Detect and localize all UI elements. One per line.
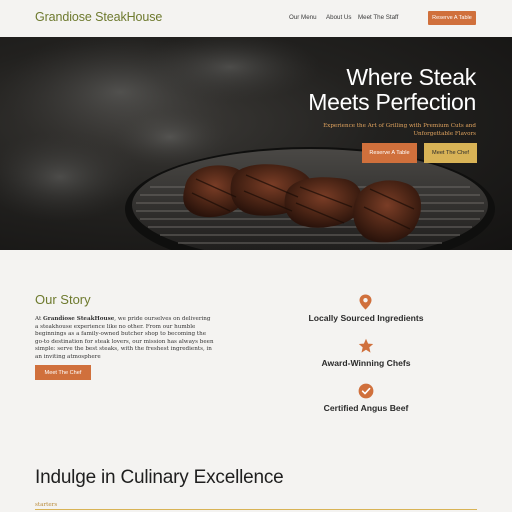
story-text-prefix: At (35, 316, 43, 322)
nav-link-meet-the-staff[interactable]: Meet The Staff (358, 14, 398, 21)
menu-category-starters[interactable]: starters (35, 502, 57, 508)
reserve-table-button[interactable]: Reserve A Table (362, 143, 417, 163)
reserve-table-nav-button[interactable]: Reserve A Table (428, 11, 476, 25)
hero-headline-line1: Where Steak (346, 64, 476, 90)
star-icon (358, 338, 374, 353)
story-text-brand: Grandiose SteakHouse (42, 316, 115, 322)
story-paragraph: At Grandiose SteakHouse, we pride oursel… (35, 316, 215, 362)
nav-link-about-us[interactable]: About Us (326, 14, 351, 21)
story-meet-chef-button[interactable]: Meet The Chef (35, 365, 91, 380)
meet-the-chef-button[interactable]: Meet The Chef (424, 143, 477, 163)
menu-divider (35, 509, 477, 510)
feature-certified-angus: Certified Angus Beef (323, 403, 409, 413)
nav-link-our-menu[interactable]: Our Menu (289, 14, 317, 21)
menu-heading: Indulge in Culinary Excellence (35, 467, 284, 488)
feature-award-winning: Award-Winning Chefs (321, 358, 411, 368)
feature-locally-sourced: Locally Sourced Ingredients (308, 313, 424, 323)
hero-headline: Where Steak Meets Perfection (308, 65, 476, 115)
location-pin-icon (359, 294, 372, 310)
hero-banner: Where Steak Meets Perfection Experience … (0, 37, 512, 250)
hero-subtitle: Experience the Art of Grilling with Prem… (323, 123, 476, 137)
story-heading: Our Story (35, 292, 91, 307)
brand-logo[interactable]: Grandiose SteakHouse (35, 10, 162, 24)
top-navigation: Grandiose SteakHouse Our Menu About Us M… (0, 0, 512, 37)
badge-check-icon (358, 383, 374, 399)
hero-headline-line2: Meets Perfection (308, 89, 476, 115)
story-text-body: , we pride ourselves on delivering a ste… (35, 316, 214, 360)
